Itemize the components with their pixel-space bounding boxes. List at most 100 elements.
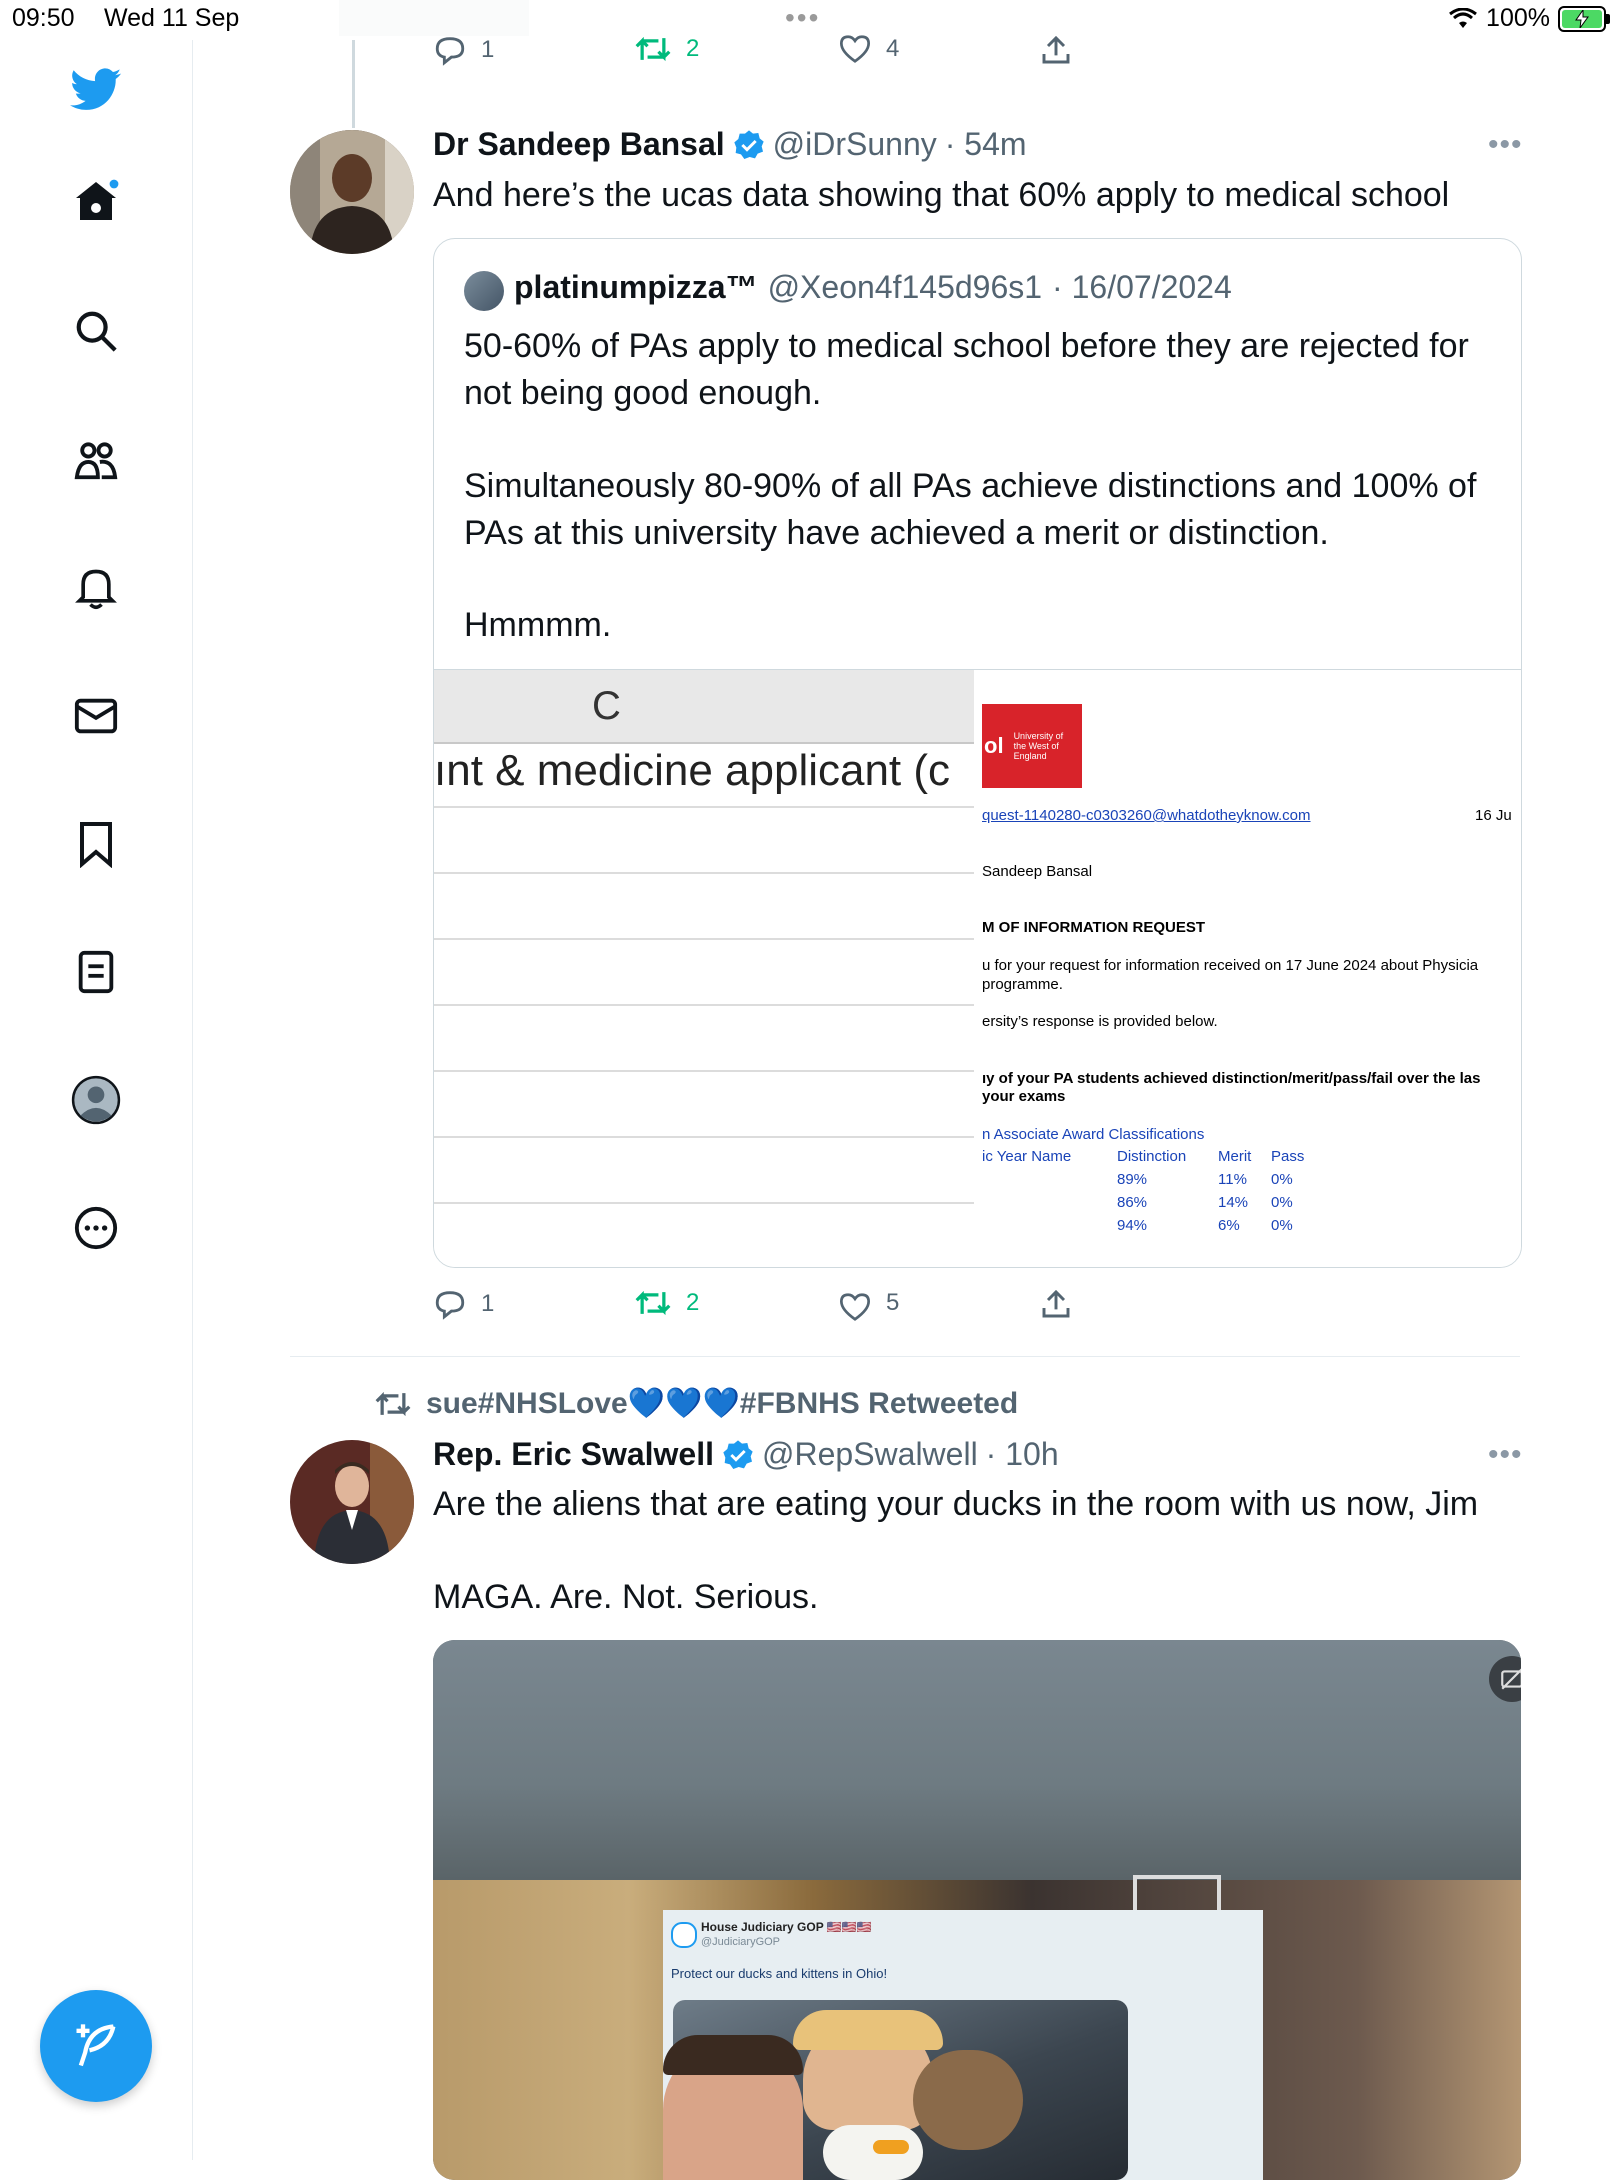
bookmarks-icon[interactable] — [70, 818, 122, 870]
author-handle[interactable]: @iDrSunny — [773, 126, 937, 163]
like-action[interactable]: 4 — [838, 34, 899, 64]
quoted-tweet-date: · 16/07/2024 — [1052, 269, 1232, 305]
quoted-author-handle: @Xeon4f145d96s1 — [767, 269, 1043, 305]
tweet-header: Dr Sandeep Bansal @iDrSunny · 54m — [433, 126, 1027, 163]
retweet-action[interactable]: 2 — [634, 1288, 699, 1318]
profile-avatar-icon[interactable] — [70, 1074, 122, 1126]
foi-question2: your exams — [982, 1088, 1066, 1105]
tweet-video-media[interactable]: House Judiciary GOP 🇺🇸🇺🇸🇺🇸 @JudiciaryGOP… — [433, 1640, 1521, 2180]
spreadsheet-header-cell: ınt & medicine applicant (c — [434, 746, 951, 795]
notifications-bell-icon[interactable] — [70, 562, 122, 614]
foi-recipient: Sandeep Bansal — [982, 863, 1093, 880]
award-cell: 11% — [1218, 1171, 1247, 1188]
spreadsheet-image[interactable]: C ınt & medicine applicant (c — [434, 669, 974, 1267]
award-col-distinction: Distinction — [1117, 1148, 1187, 1165]
retweet-icon — [375, 1391, 411, 1416]
battery-percent: 100% — [1486, 4, 1550, 32]
quoted-author-avatar — [464, 271, 504, 311]
author-name[interactable]: Dr Sandeep Bansal — [433, 126, 725, 163]
more-options-circle-icon[interactable] — [70, 1202, 122, 1254]
tweet-text: And here’s the ucas data showing that 60… — [433, 176, 1450, 214]
tweet-timestamp[interactable]: · 10h — [986, 1436, 1059, 1473]
author-avatar[interactable] — [290, 1440, 414, 1564]
author-avatar[interactable] — [290, 130, 414, 254]
like-count: 4 — [886, 35, 900, 62]
quoted-tweet-card[interactable]: platinumpizza™ @Xeon4f145d96s1 · 16/07/2… — [433, 238, 1522, 1268]
wifi-icon — [1449, 7, 1477, 28]
retweet-action[interactable]: 2 — [634, 34, 699, 64]
share-icon — [1042, 1289, 1070, 1318]
tweet-more-options[interactable]: ••• — [1488, 1438, 1523, 1472]
battery-icon — [1558, 5, 1610, 32]
embedded-text: Protect our ducks and kittens in Ohio! — [671, 1966, 888, 1981]
reply-count: 1 — [481, 36, 495, 63]
tweet-timestamp[interactable]: · 54m — [945, 126, 1027, 163]
award-cell: 0% — [1271, 1171, 1293, 1188]
retweeted-by-row[interactable]: sue#NHSLove💙💙💙#FBNHS Retweeted — [374, 1386, 1018, 1421]
author-handle[interactable]: @RepSwalwell — [762, 1436, 978, 1473]
retweet-count: 2 — [686, 35, 700, 62]
reply-icon — [435, 37, 465, 66]
award-col-year: ic Year Name — [982, 1148, 1072, 1165]
hide-media-icon — [1501, 1668, 1521, 1690]
award-cell: 14% — [1218, 1194, 1249, 1211]
foi-letter-image[interactable]: ol University of the West of England que… — [974, 669, 1521, 1267]
retweet-count: 2 — [686, 1289, 700, 1316]
award-cell: 6% — [1218, 1217, 1240, 1234]
embedded-account-name: House Judiciary GOP 🇺🇸🇺🇸🇺🇸 — [701, 1920, 872, 1934]
award-cell: 0% — [1271, 1217, 1293, 1234]
multitasking-dots[interactable]: ••• — [785, 2, 820, 34]
uwe-logo: ol University of the West of England — [982, 704, 1082, 788]
tweet-text-line2: MAGA. Are. Not. Serious. — [433, 1578, 819, 1616]
verified-badge-icon — [733, 129, 764, 159]
compose-tweet-button[interactable] — [40, 1990, 152, 2102]
retweet-icon — [635, 36, 671, 62]
award-table-title: n Associate Award Classifications — [982, 1126, 1205, 1143]
foi-heading: M OF INFORMATION REQUEST — [982, 919, 1206, 936]
quoted-author-name: platinumpizza™ — [514, 269, 758, 305]
quoted-tweet-header: platinumpizza™ @Xeon4f145d96s1 · 16/07/2… — [514, 269, 1232, 306]
verified-badge-icon — [723, 1439, 753, 1469]
reply-action[interactable]: 1 — [433, 1288, 494, 1320]
like-count: 5 — [886, 1289, 900, 1316]
foi-email: quest-1140280-c0303260@whatdotheyknow.co… — [982, 807, 1311, 824]
tweet-more-options[interactable]: ••• — [1488, 128, 1523, 162]
previous-tweet-remnant — [339, 0, 529, 36]
home-icon[interactable] — [70, 176, 122, 228]
heart-icon — [839, 1293, 871, 1321]
foi-question1: ıy of your PA students achieved distinct… — [982, 1070, 1481, 1087]
search-icon[interactable] — [70, 305, 122, 357]
share-icon — [1042, 35, 1070, 64]
reply-icon — [435, 1291, 465, 1320]
tweet-text-line1: Are the aliens that are eating your duck… — [433, 1485, 1479, 1523]
share-action[interactable] — [1040, 34, 1072, 66]
status-indicators: 100% — [1448, 4, 1610, 33]
reply-action[interactable]: 1 — [433, 34, 494, 66]
author-name[interactable]: Rep. Eric Swalwell — [433, 1436, 714, 1473]
retweeted-by-label: sue#NHSLove💙💙💙#FBNHS Retweeted — [426, 1387, 1019, 1420]
quoted-text-para2: Simultaneously 80-90% of all PAs achieve… — [464, 467, 1477, 552]
thread-connector-line — [352, 40, 355, 128]
status-date: Wed 11 Sep — [104, 4, 240, 32]
spreadsheet-column-letter: C — [592, 684, 621, 728]
communities-icon[interactable] — [70, 434, 122, 486]
foi-date: 16 Ju — [1475, 807, 1512, 824]
foi-line3: ersity’s response is provided below. — [982, 1013, 1218, 1030]
status-time: 09:50 — [12, 4, 75, 32]
compose-feather-icon — [76, 2024, 116, 2067]
tweet-header: Rep. Eric Swalwell @RepSwalwell · 10h — [433, 1436, 1059, 1473]
quoted-text-para3: Hmmmm. — [464, 606, 612, 644]
foi-line2: programme. — [982, 976, 1063, 993]
award-cell: 89% — [1117, 1171, 1148, 1188]
quoted-text-para1: 50-60% of PAs apply to medical school be… — [464, 327, 1469, 412]
twitter-logo-icon[interactable] — [70, 64, 122, 116]
messages-envelope-icon[interactable] — [70, 690, 122, 742]
award-col-merit: Merit — [1218, 1148, 1252, 1165]
like-action[interactable]: 5 — [838, 1284, 899, 1322]
award-cell: 94% — [1117, 1217, 1148, 1234]
heart-icon — [839, 35, 871, 63]
reply-count: 1 — [481, 1290, 495, 1317]
lists-icon[interactable] — [70, 946, 122, 998]
embedded-handle: @JudiciaryGOP — [701, 1936, 781, 1948]
share-action[interactable] — [1040, 1288, 1072, 1320]
